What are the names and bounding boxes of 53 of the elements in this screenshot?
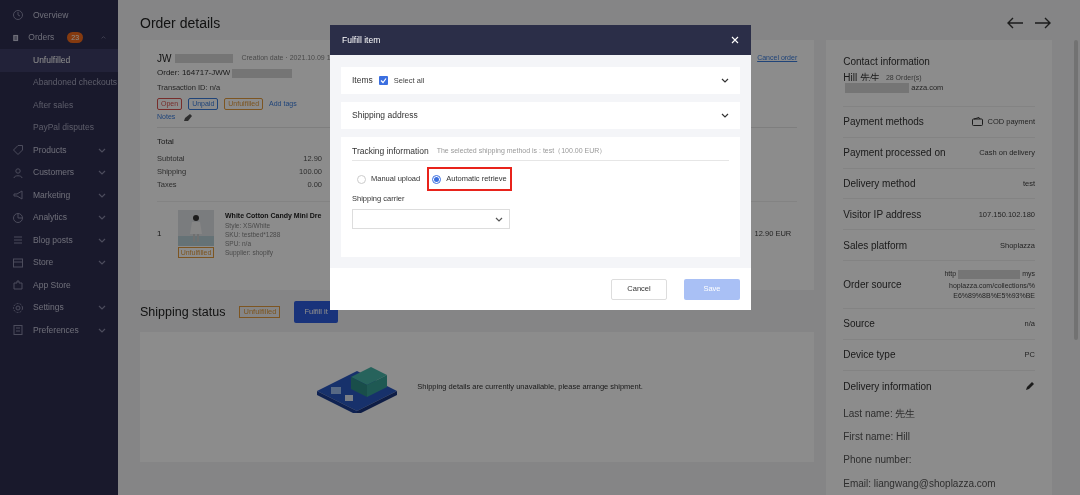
order-number: Order: 164717-JWW bbox=[157, 67, 231, 79]
settings-icon bbox=[12, 301, 24, 314]
sidebar-item[interactable]: App Store bbox=[0, 274, 118, 297]
checkbox[interactable] bbox=[378, 76, 388, 85]
sidebar-item[interactable]: Customers bbox=[0, 161, 118, 184]
sidebar-subitem[interactable]: After sales bbox=[0, 94, 118, 117]
sidebar-item[interactable]: Overview bbox=[0, 4, 118, 27]
pencil-icon[interactable] bbox=[1025, 381, 1035, 392]
sidebar-item[interactable]: Settings bbox=[0, 296, 118, 319]
store-icon bbox=[12, 256, 24, 269]
panel-heading: Delivery information bbox=[843, 379, 932, 394]
panel-heading: Contact information bbox=[843, 55, 931, 69]
tag-icon bbox=[12, 144, 24, 157]
info-label: Delivery method bbox=[843, 177, 916, 191]
sidebar-item[interactable]: Marketing bbox=[0, 184, 118, 207]
close-icon[interactable] bbox=[731, 36, 739, 44]
wallet-icon bbox=[972, 117, 984, 127]
delivery-field: First name: Hill bbox=[843, 424, 1035, 449]
list-icon bbox=[12, 234, 24, 247]
section-title: Items bbox=[352, 74, 373, 87]
delivery-field: Email: liangwang@shoplazza.com bbox=[843, 471, 1035, 495]
sidebar-item[interactable]: Store bbox=[0, 251, 118, 274]
pencil-icon[interactable] bbox=[183, 113, 193, 122]
sidebar-item[interactable]: Preferences bbox=[0, 319, 118, 342]
accordion-section[interactable]: Shipping address bbox=[341, 102, 740, 129]
delivery-field: Last name: 先生 bbox=[843, 401, 1035, 425]
section-title: Shipping status bbox=[140, 303, 226, 321]
sidebar-item[interactable]: Analytics bbox=[0, 206, 118, 229]
delivery-field: Phone number: bbox=[843, 448, 1035, 472]
section-title: Shipping address bbox=[352, 109, 418, 122]
caret-icon bbox=[495, 216, 503, 222]
info-label: Order source bbox=[843, 278, 902, 292]
info-label: Source bbox=[843, 317, 875, 332]
sidebar-subitem[interactable]: Unfulfilled bbox=[0, 49, 118, 72]
order-name: JW bbox=[157, 51, 172, 66]
forward-arrow-icon[interactable] bbox=[1034, 17, 1052, 29]
total-heading: Total bbox=[157, 136, 174, 148]
sidebar-subitem[interactable]: PayPal disputes bbox=[0, 116, 118, 139]
chart-icon bbox=[12, 211, 24, 224]
page-title: Order details bbox=[140, 13, 221, 33]
sidebar-item[interactable]: Products bbox=[0, 139, 118, 162]
quantity: 1 bbox=[157, 228, 163, 240]
info-label: Device type bbox=[843, 348, 896, 363]
person-icon bbox=[12, 166, 24, 179]
section-title: Tracking information bbox=[352, 145, 429, 158]
megaphone-icon bbox=[12, 189, 24, 202]
sidebar-item[interactable]: Blog posts bbox=[0, 229, 118, 252]
dialog-title: Fulfill item bbox=[342, 33, 381, 47]
back-arrow-icon[interactable] bbox=[1006, 17, 1024, 29]
info-label: Payment methods bbox=[843, 115, 924, 130]
info-label: Payment processed on bbox=[843, 146, 946, 161]
info-label: Sales platform bbox=[843, 238, 908, 253]
info-label: Visitor IP address bbox=[843, 207, 922, 222]
